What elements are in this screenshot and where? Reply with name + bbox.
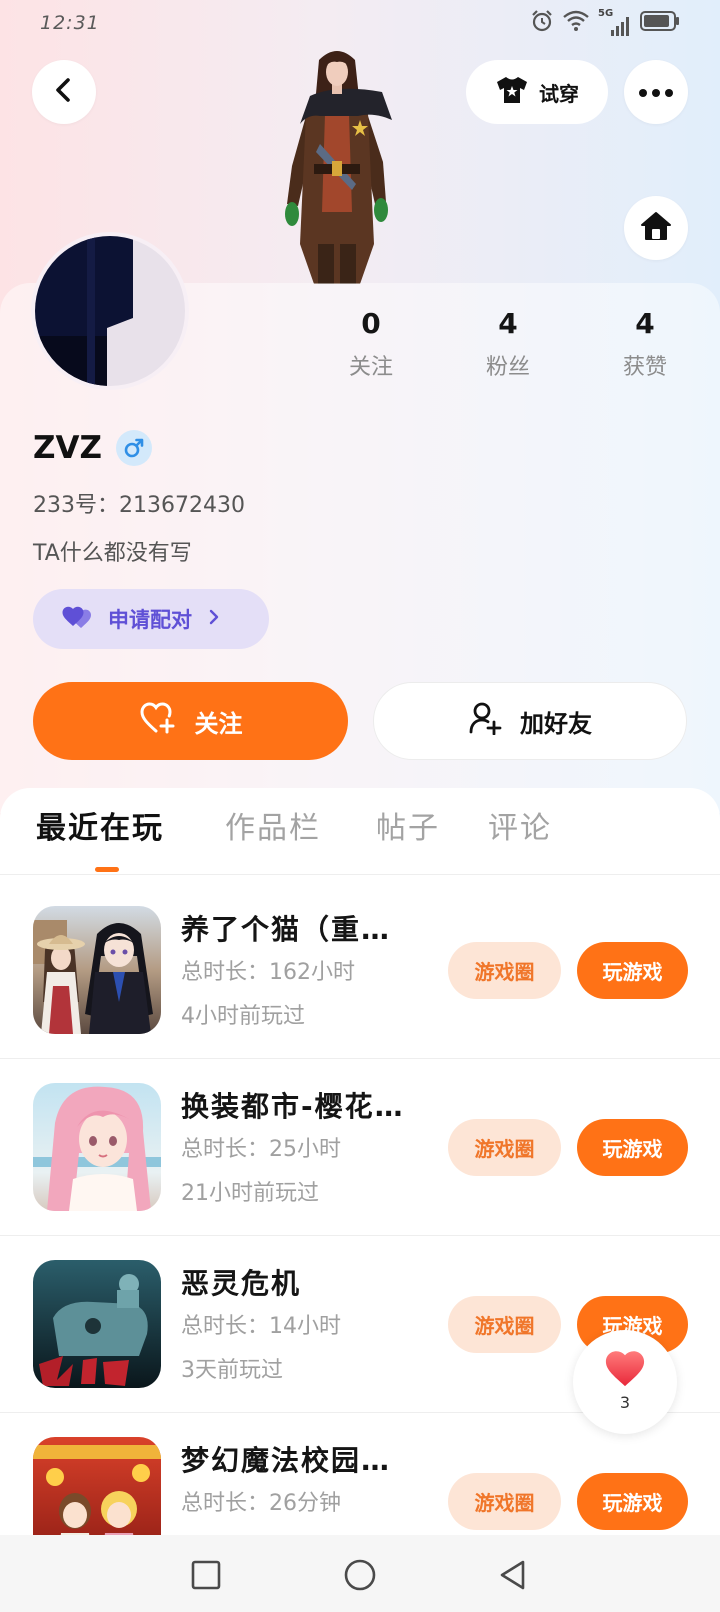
more-button[interactable] (624, 60, 688, 124)
recents-square-icon[interactable] (190, 1559, 222, 1591)
apply-match-button[interactable]: 申请配对 (33, 589, 269, 649)
game-thumbnail[interactable] (33, 1437, 161, 1535)
game-total-time: 总时长：14小时 (181, 1314, 341, 1339)
floating-like-button[interactable]: 3 (573, 1330, 677, 1434)
game-thumbnail[interactable] (33, 1260, 161, 1388)
list-item[interactable]: 换装都市-樱花… 总时长：25小时 21小时前玩过 游戏圈 玩游戏 (0, 1059, 720, 1236)
try-on-button[interactable]: 试穿 (466, 60, 608, 124)
add-friend-button[interactable]: 加好友 (373, 682, 687, 760)
try-on-label: 试穿 (539, 81, 579, 106)
status-icons: 5G (530, 8, 680, 38)
add-friend-label: 加好友 (520, 709, 592, 738)
user-id: 233号：213672430 (33, 493, 245, 518)
follow-label: 关注 (194, 709, 243, 738)
game-title[interactable]: 换装都市-樱花… (181, 1089, 405, 1125)
likes-label: 获赞 (622, 355, 667, 380)
tab-works[interactable]: 作品栏 (225, 806, 321, 852)
tab-comments[interactable]: 评论 (488, 806, 552, 852)
game-circle-button[interactable]: 游戏圈 (448, 942, 561, 999)
system-nav-bar (0, 1535, 720, 1612)
tab-recently-played[interactable]: 最近在玩 (36, 806, 164, 852)
more-dots-icon (638, 83, 674, 102)
game-title[interactable]: 恶灵危机 (181, 1266, 301, 1302)
game-thumbnail[interactable] (33, 906, 161, 1034)
game-circle-button[interactable]: 游戏圈 (448, 1119, 561, 1176)
user-bio: TA什么都没有写 (33, 541, 192, 566)
play-game-button[interactable]: 玩游戏 (577, 1119, 688, 1176)
game-circle-button[interactable]: 游戏圈 (448, 1473, 561, 1530)
followers-count[interactable]: 4 (443, 304, 573, 344)
game-last-played: 21小时前玩过 (181, 1181, 319, 1206)
user-name: ZVZ (33, 430, 102, 466)
back-triangle-icon[interactable] (497, 1559, 529, 1591)
play-game-button[interactable]: 玩游戏 (577, 942, 688, 999)
following-count[interactable]: 0 (306, 304, 436, 344)
tab-indicator (95, 867, 119, 872)
follow-button[interactable]: 关注 (33, 682, 348, 760)
male-icon (115, 430, 152, 466)
like-count: 3 (619, 1393, 631, 1412)
heart-icon (61, 604, 93, 634)
home-button[interactable] (624, 196, 688, 260)
chevron-right-icon (207, 608, 221, 630)
game-title[interactable]: 梦幻魔法校园… (181, 1443, 391, 1479)
name-row: ZVZ (33, 426, 152, 470)
game-circle-button[interactable]: 游戏圈 (448, 1296, 561, 1353)
chevron-left-icon (50, 76, 78, 108)
apply-match-label: 申请配对 (108, 608, 192, 632)
following-label[interactable]: 关注 (306, 352, 436, 384)
game-thumbnail[interactable] (33, 1083, 161, 1211)
back-button[interactable] (32, 60, 96, 124)
status-time: 12:31 (40, 12, 100, 34)
tshirt-icon (495, 75, 529, 109)
home-circle-icon[interactable] (344, 1559, 376, 1591)
tab-posts[interactable]: 帖子 (376, 806, 440, 852)
followers-label[interactable]: 粉丝 (443, 352, 573, 384)
heart-plus-icon (139, 701, 177, 741)
game-last-played: 3天前玩过 (181, 1358, 283, 1383)
recent-games-list: 养了个猫（重… 总时长：162小时 4小时前玩过 游戏圈 玩游戏 换装都市-樱花… (0, 874, 720, 1535)
game-total-time: 总时长：162小时 (181, 960, 355, 985)
avatar[interactable] (31, 232, 189, 390)
character-figure[interactable] (262, 44, 412, 284)
alarm-icon (530, 9, 554, 37)
game-total-time: 总时长：25小时 (181, 1137, 341, 1162)
home-icon (640, 211, 672, 245)
wifi-icon (562, 10, 590, 36)
battery-icon (640, 10, 680, 36)
game-title[interactable]: 养了个猫（重… (181, 912, 391, 948)
signal-icon: 5G (598, 8, 632, 36)
game-total-time: 总时长：26分钟 (181, 1491, 341, 1516)
play-game-button[interactable]: 玩游戏 (577, 1473, 688, 1530)
likes-count: 4 (635, 307, 655, 340)
list-item[interactable]: 养了个猫（重… 总时长：162小时 4小时前玩过 游戏圈 玩游戏 (0, 882, 720, 1059)
person-plus-icon (468, 701, 502, 741)
game-last-played: 4小时前玩过 (181, 1004, 305, 1029)
